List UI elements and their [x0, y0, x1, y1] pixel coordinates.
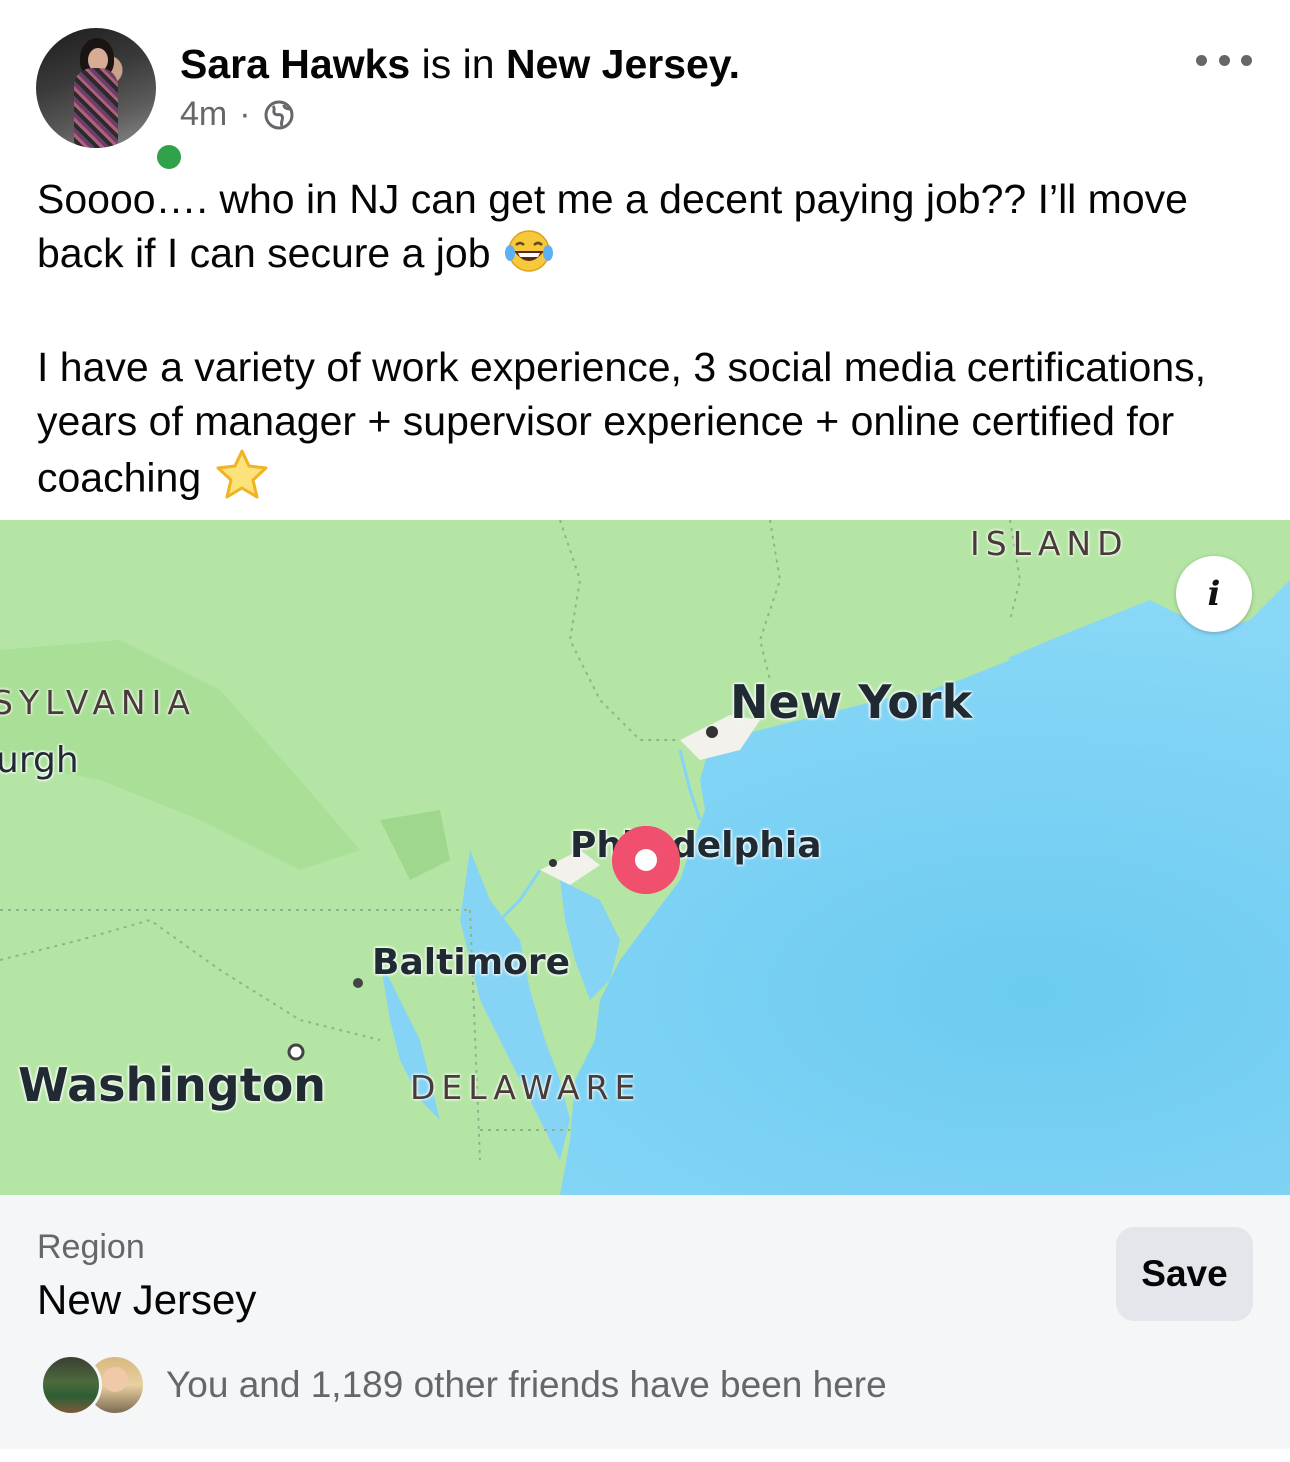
more-horizontal-icon[interactable]	[1196, 50, 1252, 70]
location-link[interactable]: New Jersey.	[506, 41, 740, 87]
map-label-pennsylvania: SYLVANIA	[0, 683, 196, 722]
post-time[interactable]: 4m	[180, 95, 227, 134]
save-button[interactable]: Save	[1116, 1227, 1253, 1321]
friends-visited-row[interactable]: You and 1,189 other friends have been he…	[40, 1352, 887, 1418]
laughing-emoji-icon	[502, 227, 556, 286]
post-card: Sara Hawks is in New Jersey. 4m · Soooo……	[0, 0, 1290, 1462]
online-status-dot	[152, 140, 186, 174]
author-name[interactable]: Sara Hawks	[180, 41, 410, 87]
post-meta: 4m ·	[180, 95, 295, 134]
meta-separator: ·	[239, 95, 251, 133]
region-value[interactable]: New Jersey	[37, 1276, 256, 1324]
map-label-washington: Washington	[18, 1058, 327, 1112]
post-paragraph-1: Soooo…. who in NJ can get me a decent pa…	[37, 172, 1257, 286]
location-map[interactable]: ISLAND SYLVANIA urgh New York Philadelph…	[0, 520, 1290, 1195]
friends-visited-text: You and 1,189 other friends have been he…	[166, 1364, 887, 1405]
map-label-island: ISLAND	[970, 524, 1129, 563]
globe-icon[interactable]	[263, 99, 295, 131]
friend-avatar	[40, 1354, 102, 1416]
author-avatar[interactable]	[36, 28, 186, 174]
post-headline: Sara Hawks is in New Jersey.	[180, 40, 740, 88]
map-label-delaware: DELAWARE	[410, 1068, 642, 1107]
map-label-new-york: New York	[730, 675, 973, 729]
post-body: Soooo…. who in NJ can get me a decent pa…	[37, 172, 1257, 513]
star-emoji-icon	[213, 448, 271, 513]
map-label-pittsburgh: urgh	[0, 740, 79, 781]
avatar-photo	[36, 28, 156, 148]
map-label-philadelphia: Philadelphia	[570, 825, 822, 866]
post-paragraph-2: I have a variety of work experience, 3 s…	[37, 340, 1257, 513]
map-label-baltimore: Baltimore	[372, 942, 571, 983]
is-in-text: is in	[421, 41, 495, 87]
region-label: Region	[37, 1228, 145, 1266]
map-info-icon[interactable]: i	[1176, 556, 1252, 632]
map-pin-icon	[612, 826, 680, 894]
